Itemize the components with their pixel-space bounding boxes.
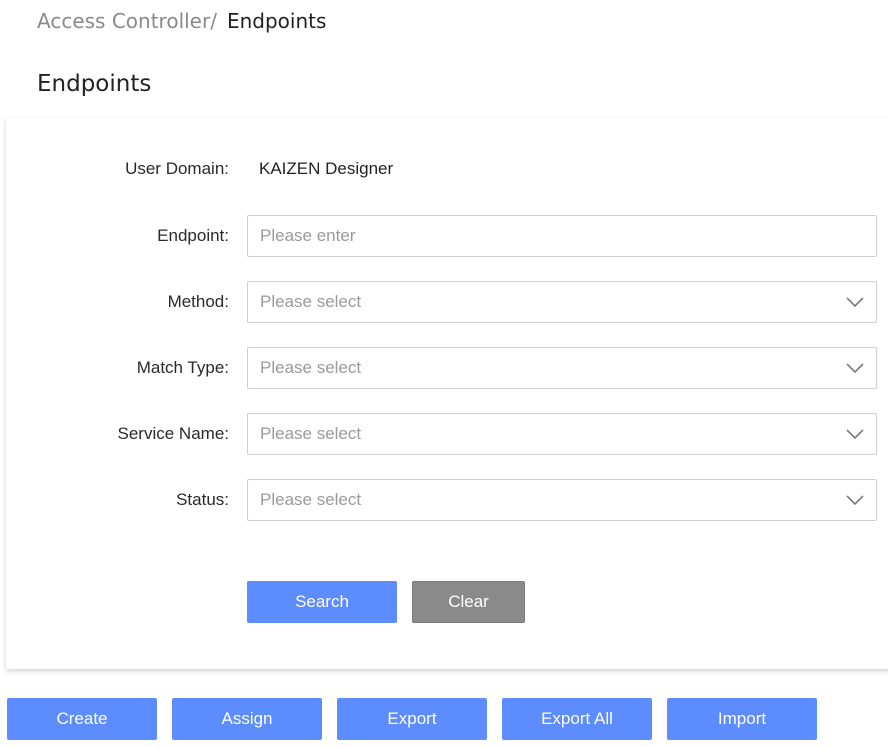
user-domain-value: KAIZEN Designer xyxy=(259,159,394,178)
match-type-row: Match Type: Please select xyxy=(6,347,888,389)
service-name-select-placeholder: Please select xyxy=(260,424,362,443)
export-all-button[interactable]: Export All xyxy=(502,698,652,740)
service-name-select[interactable]: Please select xyxy=(247,413,877,455)
status-select-placeholder: Please select xyxy=(260,490,362,509)
breadcrumb-current: Endpoints xyxy=(226,9,327,33)
clear-button[interactable]: Clear xyxy=(412,581,525,623)
export-button[interactable]: Export xyxy=(337,698,487,740)
chevron-down-icon xyxy=(846,495,864,506)
match-type-select[interactable]: Please select xyxy=(247,347,877,389)
assign-button[interactable]: Assign xyxy=(172,698,322,740)
breadcrumb-parent-link[interactable]: Access Controller/ xyxy=(37,9,217,33)
method-select[interactable]: Please select xyxy=(247,281,877,323)
search-button[interactable]: Search xyxy=(247,581,397,623)
method-label: Method: xyxy=(167,292,229,311)
match-type-select-placeholder: Please select xyxy=(260,358,362,377)
chevron-down-icon xyxy=(846,363,864,374)
breadcrumb: Access Controller/Endpoints xyxy=(37,9,326,33)
status-row: Status: Please select xyxy=(6,479,888,521)
import-button[interactable]: Import xyxy=(667,698,817,740)
search-form-panel: User Domain: KAIZEN Designer Endpoint: M… xyxy=(6,118,888,669)
service-name-row: Service Name: Please select xyxy=(6,413,888,455)
method-select-placeholder: Please select xyxy=(260,292,362,311)
service-name-label: Service Name: xyxy=(117,424,229,443)
endpoints-page: Access Controller/Endpoints Endpoints Us… xyxy=(0,0,888,747)
endpoint-input[interactable] xyxy=(248,216,850,256)
status-label: Status: xyxy=(176,490,229,509)
method-row: Method: Please select xyxy=(6,281,888,323)
endpoint-input-wrapper xyxy=(247,215,877,257)
user-domain-row: User Domain: KAIZEN Designer xyxy=(6,148,888,190)
create-button[interactable]: Create xyxy=(7,698,157,740)
endpoint-row: Endpoint: xyxy=(6,215,888,257)
endpoint-label: Endpoint: xyxy=(157,226,229,245)
user-domain-label: User Domain: xyxy=(125,159,229,178)
match-type-label: Match Type: xyxy=(136,358,229,377)
chevron-down-icon xyxy=(846,297,864,308)
status-select[interactable]: Please select xyxy=(247,479,877,521)
page-title: Endpoints xyxy=(37,71,152,97)
chevron-down-icon xyxy=(846,429,864,440)
